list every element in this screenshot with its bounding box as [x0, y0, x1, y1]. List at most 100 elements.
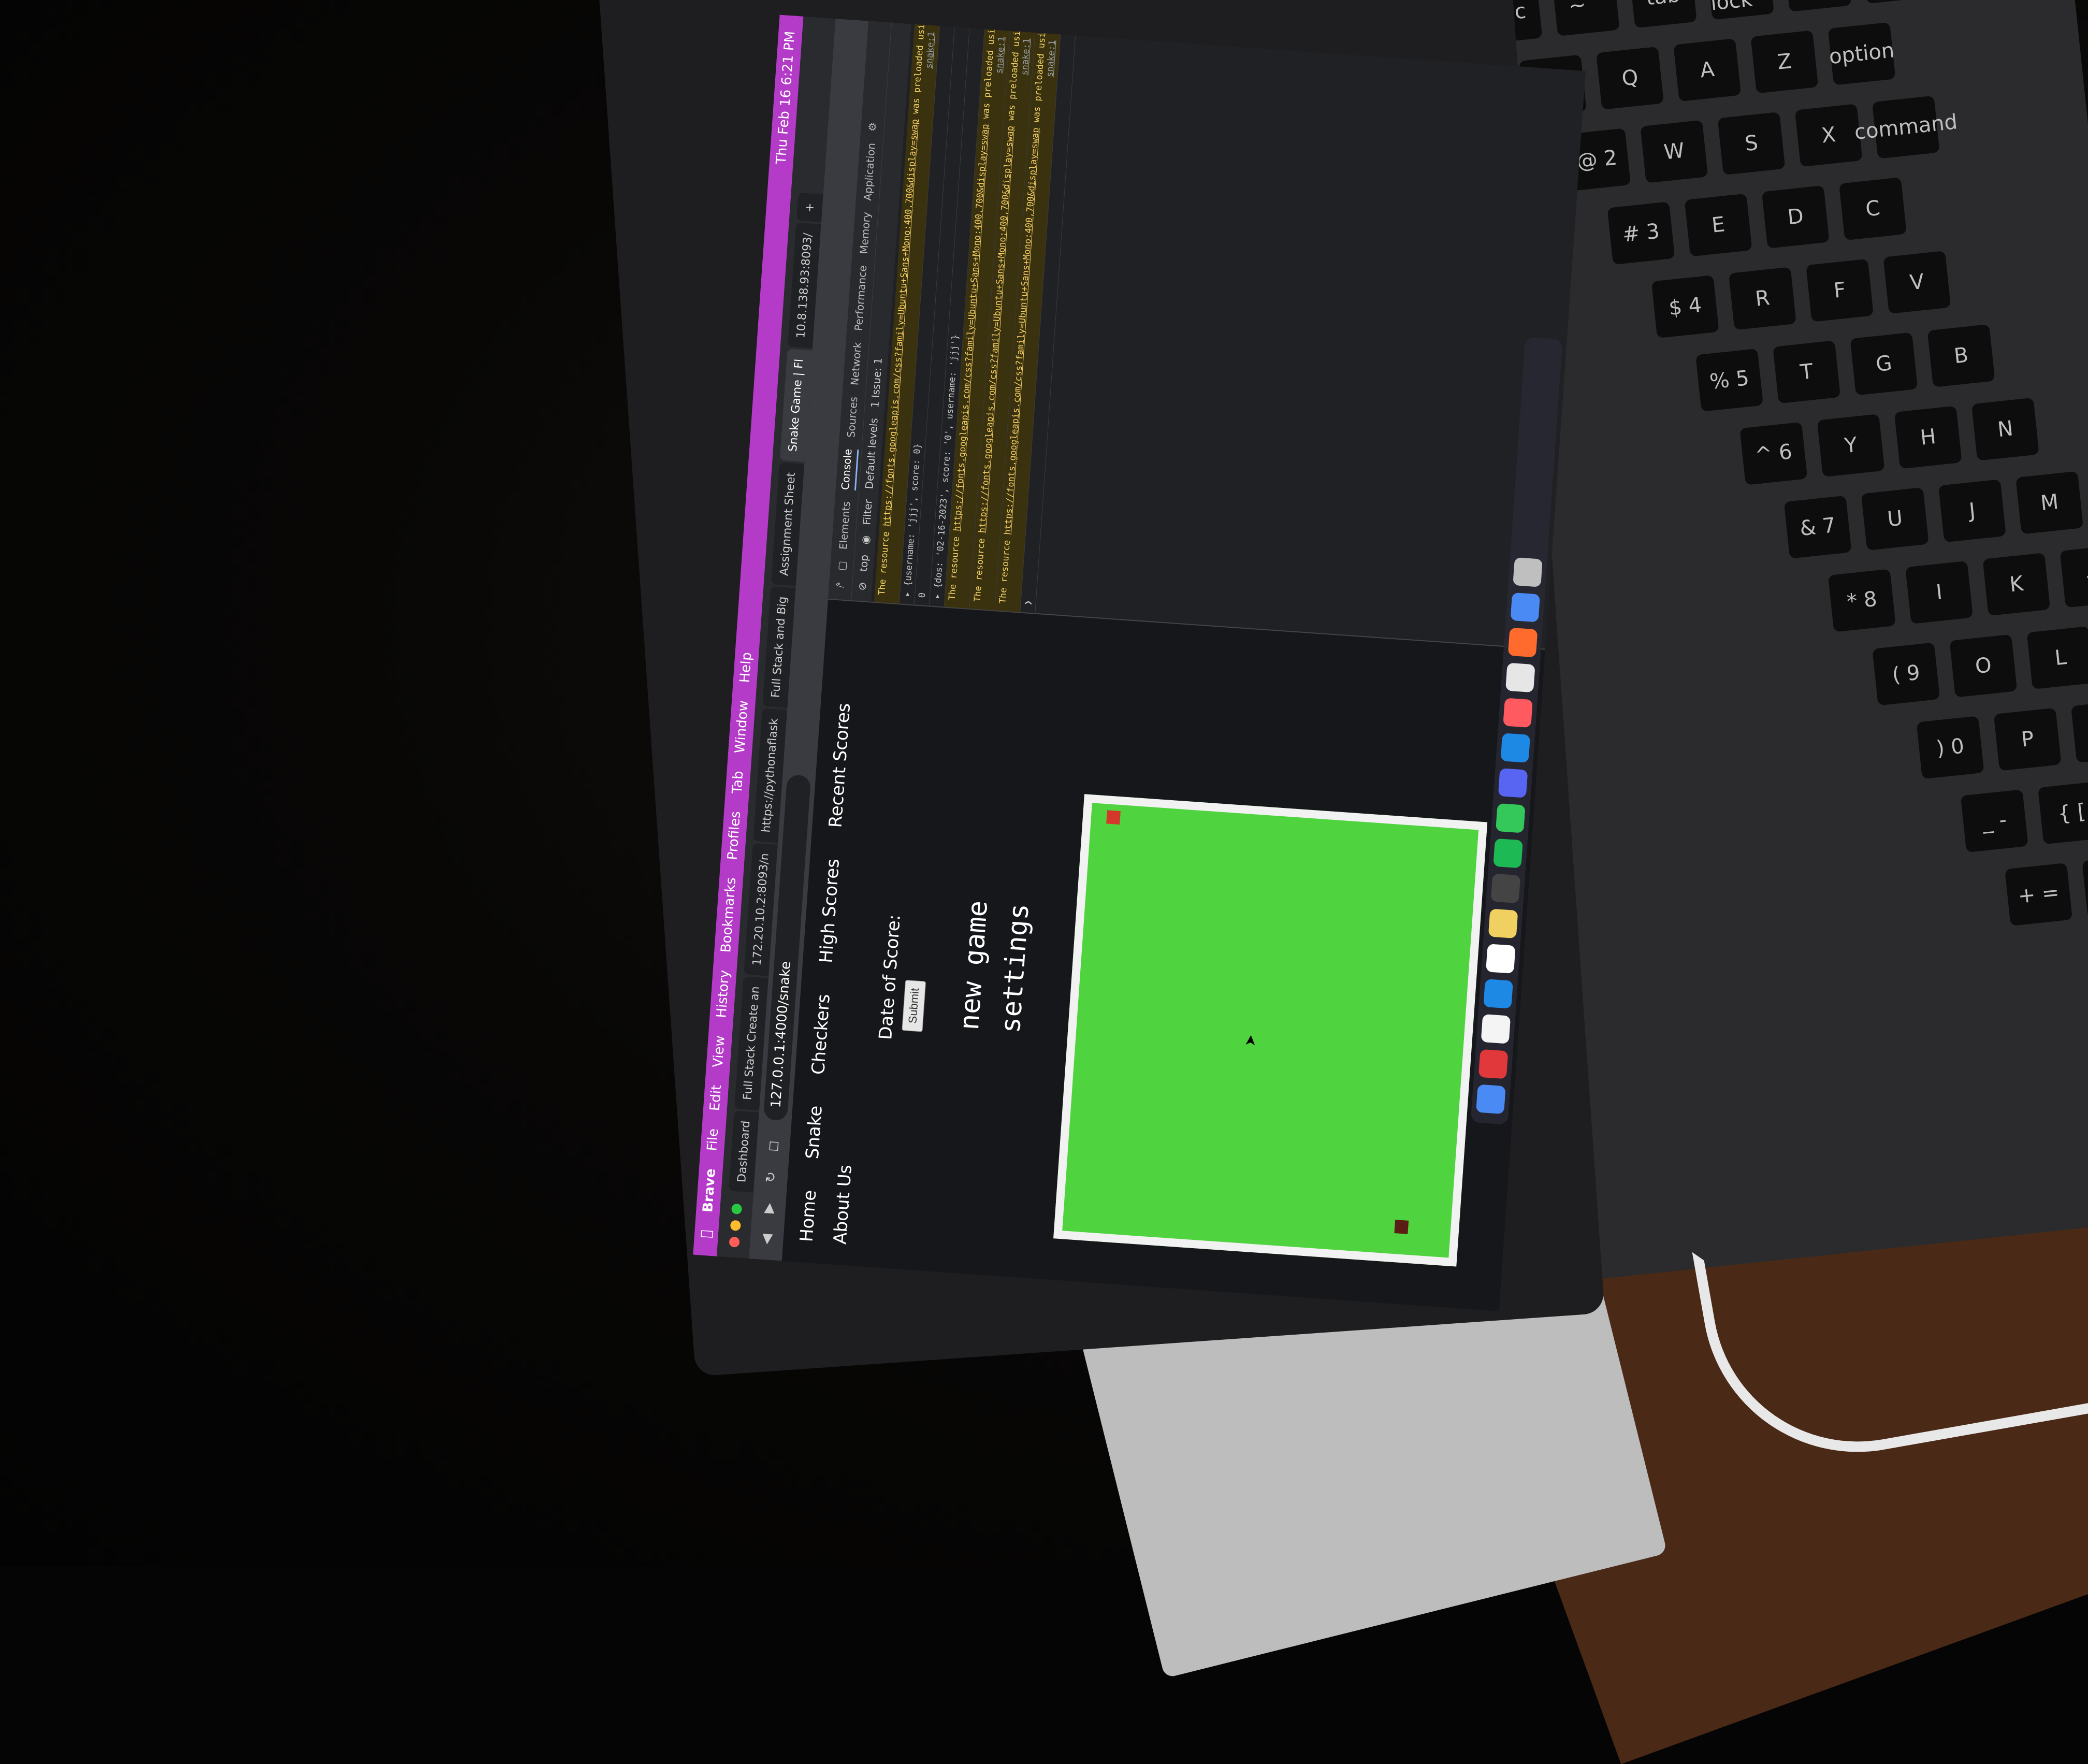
keyboard-key: % 5 [1695, 348, 1763, 412]
keyboard-key: V [1883, 251, 1951, 314]
dock-app-icon[interactable] [1513, 557, 1543, 587]
page-viewport: Home Snake Checkers High Scores Recent S… [781, 599, 1545, 1311]
devtools-tab-elements[interactable]: Elements [837, 501, 852, 550]
keyboard-key: option [1828, 22, 1896, 85]
menu-profiles[interactable]: Profiles [725, 811, 744, 860]
keyboard-key: } ] [2082, 855, 2088, 918]
devtools-tab-sources[interactable]: Sources [845, 396, 860, 438]
close-window-button[interactable] [729, 1236, 740, 1248]
submit-button[interactable]: Submit [902, 979, 926, 1032]
apple-icon[interactable]:  [699, 1230, 715, 1239]
keyboard-key: Z [1750, 30, 1819, 94]
dock-app-icon[interactable] [1510, 592, 1541, 623]
issues-counter[interactable]: 1 Issue: 1 [868, 357, 885, 408]
nav-home[interactable]: Home [796, 1189, 821, 1242]
device-toolbar-icon[interactable]: ▢ [835, 560, 848, 571]
dock-app-icon[interactable] [1507, 627, 1538, 658]
menu-tab[interactable]: Tab [730, 770, 747, 794]
dock-app-icon[interactable] [1505, 662, 1535, 693]
nav-checkers[interactable]: Checkers [808, 993, 834, 1075]
nav-high-scores[interactable]: High Scores [816, 858, 844, 964]
console-text: The resource [947, 531, 962, 601]
dock-app-icon[interactable] [1503, 698, 1533, 728]
devtools-tab-console[interactable]: Console [838, 448, 859, 491]
window-controls [729, 1203, 743, 1248]
keyboard-key: G [1850, 332, 1918, 396]
console-text: The resource [972, 532, 988, 602]
keyboard-key: R [1729, 267, 1796, 330]
keyboard-key: Y [1817, 414, 1885, 478]
clear-console-icon[interactable]: ⊘ [856, 582, 868, 591]
eye-icon[interactable]: ◉ [859, 535, 872, 545]
dock-app-icon[interactable] [1488, 908, 1518, 939]
keyboard-key: U [1861, 487, 1929, 551]
context-selector[interactable]: top [857, 554, 871, 572]
menu-file[interactable]: File [704, 1128, 721, 1152]
dock-app-icon[interactable] [1500, 733, 1531, 763]
keyboard-key: < [2060, 544, 2088, 608]
new-tab-button[interactable]: + [796, 192, 823, 223]
keyboard-key: ) 0 [1916, 716, 1984, 779]
keyboard-key: caps lock [1706, 0, 1775, 20]
keyboard-column: $ 4RFV [1651, 251, 1951, 339]
keyboard-key: I [1905, 560, 1974, 624]
devtools-panel: ⭚ ▢ Elements Console Sources Network Per… [828, 20, 1586, 650]
food-pellet [1106, 810, 1121, 825]
keyboard-key: shift [1784, 0, 1852, 12]
snake-game-board[interactable]: ➤ [1053, 794, 1488, 1267]
dock-app-icon[interactable] [1486, 944, 1516, 974]
minimize-window-button[interactable] [730, 1220, 742, 1231]
menu-history[interactable]: History [714, 970, 732, 1018]
keyboard-key: O [1949, 634, 2018, 698]
dock-app-icon[interactable] [1490, 873, 1521, 904]
keyboard-key: T [1773, 340, 1841, 404]
devtools-tab-network[interactable]: Network [848, 342, 864, 386]
zoom-window-button[interactable] [731, 1203, 743, 1215]
devtools-tab-performance[interactable]: Performance [852, 265, 869, 331]
devtools-tab-application[interactable]: Application [861, 142, 878, 201]
keyboard-key: & 7 [1784, 495, 1852, 559]
forward-icon[interactable]: ▶ [760, 1197, 777, 1219]
dock-app-icon[interactable] [1493, 838, 1523, 869]
inspect-icon[interactable]: ⭚ [834, 582, 847, 588]
keyboard-key: ^ 6 [1739, 422, 1808, 485]
keyboard-key: S [1717, 112, 1786, 175]
console-filter-input[interactable]: Filter [860, 499, 874, 525]
menu-view[interactable]: View [711, 1035, 728, 1068]
menu-bookmarks[interactable]: Bookmarks [718, 877, 739, 953]
keyboard-key: ~ ` [1552, 0, 1620, 36]
nav-recent-scores[interactable]: Recent Scores [825, 702, 854, 828]
keyboard-key: C [1839, 177, 1907, 241]
keyboard-key: D [1761, 185, 1830, 249]
keyboard-key: _ - [1960, 789, 2028, 853]
devtools-tab-memory[interactable]: Memory [858, 211, 873, 254]
menu-help[interactable]: Help [737, 652, 755, 683]
keyboard-key: L [2026, 626, 2088, 689]
keyboard-column: % 5TGB [1695, 324, 1995, 412]
keyboard-key: W [1640, 120, 1708, 183]
keyboard-key: M [2016, 471, 2084, 534]
keyboard-key: N [1971, 397, 2039, 461]
new-game-link[interactable]: new game [954, 900, 994, 1031]
keyboard-key: P [1993, 707, 2062, 771]
menu-window[interactable]: Window [732, 700, 751, 754]
dock-app-icon[interactable] [1498, 768, 1528, 798]
dock-app-icon[interactable] [1476, 1084, 1506, 1115]
snake-segment [1394, 1220, 1409, 1234]
devtools-settings-icon[interactable]: ⚙ [866, 122, 879, 132]
nav-snake[interactable]: Snake [802, 1105, 827, 1160]
reload-icon[interactable]: ↻ [763, 1166, 780, 1188]
dock-app-icon[interactable] [1478, 1049, 1509, 1079]
log-levels-dropdown[interactable]: Default levels [863, 417, 880, 489]
settings-link[interactable]: settings [995, 902, 1035, 1034]
keyboard-column: @ 2 W S Xcommand [1563, 95, 1959, 192]
bookmark-icon[interactable]: ◻ [765, 1135, 782, 1157]
dock-app-icon[interactable] [1481, 1014, 1511, 1044]
menu-app-name[interactable]: Brave [700, 1168, 719, 1213]
menu-edit[interactable]: Edit [707, 1085, 724, 1111]
keyboard-key: # 3 [1607, 201, 1675, 265]
back-icon[interactable]: ◀ [758, 1228, 775, 1250]
dock-app-icon[interactable] [1496, 803, 1526, 833]
dock-app-icon[interactable] [1483, 979, 1513, 1009]
keyboard-key: : [2070, 699, 2088, 763]
